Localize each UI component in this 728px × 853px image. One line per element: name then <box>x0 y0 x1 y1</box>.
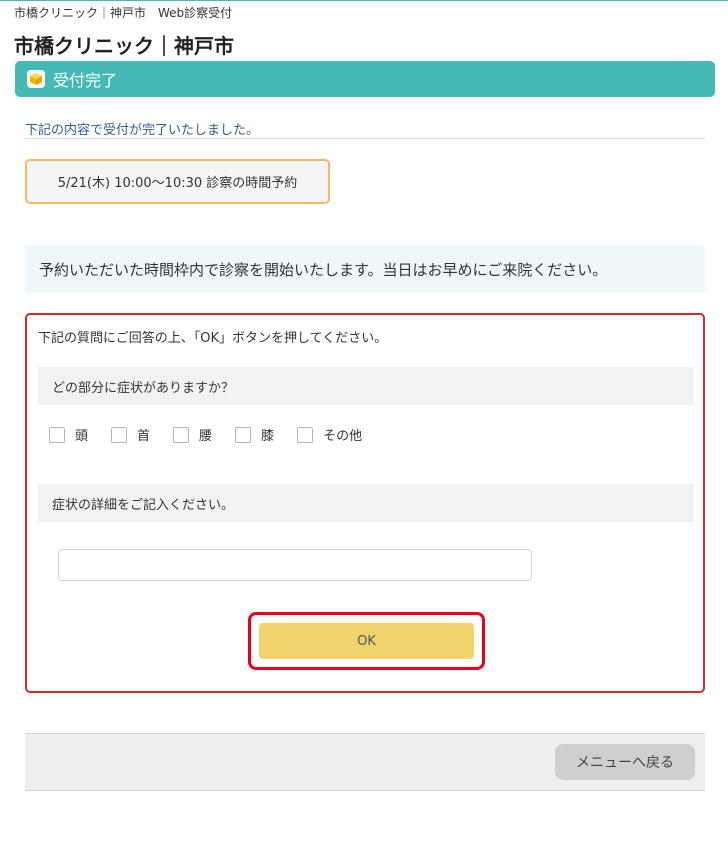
option-other[interactable]: その他 <box>297 425 362 444</box>
banner-title: 受付完了 <box>53 71 118 90</box>
checkbox-knee[interactable] <box>235 426 252 443</box>
ok-button-highlight: OK <box>248 612 485 670</box>
status-banner: 受付完了 <box>15 61 715 97</box>
option-label: 頭 <box>75 429 89 444</box>
checkbox-head[interactable] <box>49 426 65 443</box>
symptom-options: 頭 首 腰 膝 その他 <box>49 425 385 444</box>
ok-button[interactable]: OK <box>259 623 474 659</box>
checkbox-neck[interactable] <box>111 426 128 443</box>
visit-info-message: 予約いただいた時間枠内で診察を開始いたします。当日はお早めにご来院ください。 <box>25 245 705 293</box>
symptom-detail-input[interactable] <box>58 549 532 581</box>
top-accent-line <box>0 0 728 1</box>
question-symptom-detail: 症状の詳細をご記入ください。 <box>38 484 694 522</box>
question-symptom-area: どの部分に症状がありますか？ <box>38 367 694 405</box>
option-lower-back[interactable]: 腰 <box>173 425 212 444</box>
questionnaire-form: 下記の質問にご回答の上、「OK」ボタンを押してください。 どの部分に症状がありま… <box>25 313 705 693</box>
back-to-menu-button[interactable]: メニューへ戻る <box>555 744 695 780</box>
breadcrumb: 市橋クリニック｜神戸市 Web診察受付 <box>14 6 233 20</box>
checkbox-lower-back[interactable] <box>173 426 190 443</box>
option-label: 腰 <box>199 429 213 444</box>
cube-icon <box>27 70 45 88</box>
option-head[interactable]: 頭 <box>49 425 88 444</box>
form-instruction: 下記の質問にご回答の上、「OK」ボタンを押してください。 <box>38 331 388 346</box>
footer-bar: メニューへ戻る <box>25 733 705 791</box>
option-neck[interactable]: 首 <box>111 425 150 444</box>
completion-notice: 下記の内容で受付が完了いたしました。 <box>25 119 705 139</box>
option-label: 首 <box>137 429 151 444</box>
reservation-summary: 5/21(木) 10:00〜10:30 診察の時間予約 <box>25 159 330 204</box>
option-label: 膝 <box>261 429 275 444</box>
option-label: その他 <box>323 429 363 444</box>
checkbox-other[interactable] <box>297 426 314 443</box>
option-knee[interactable]: 膝 <box>235 425 274 444</box>
page-title: 市橋クリニック｜神戸市 <box>14 34 234 58</box>
